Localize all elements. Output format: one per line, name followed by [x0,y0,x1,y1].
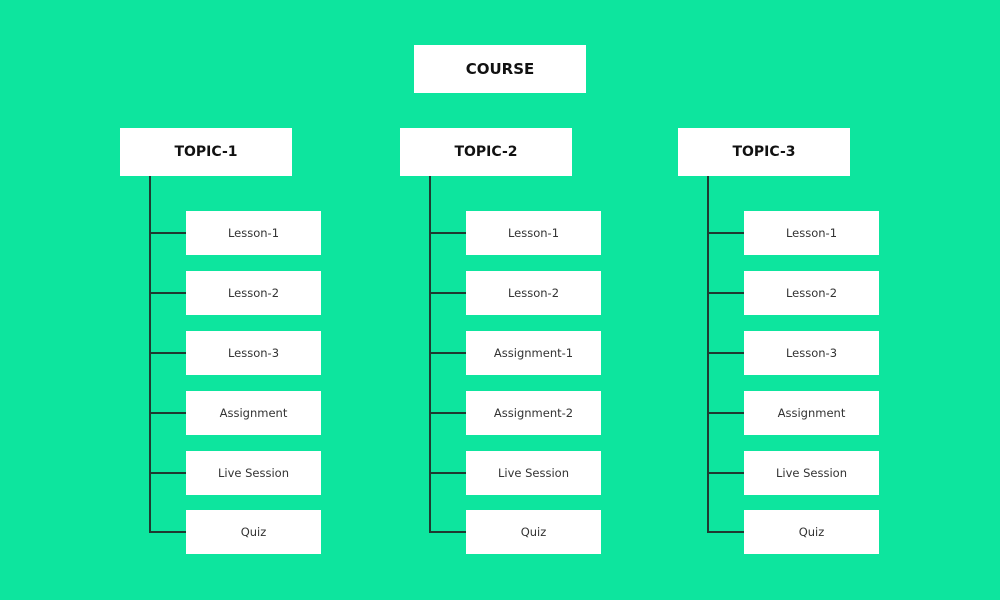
item-node: Quiz [466,510,601,554]
connector-horizontal [707,531,744,533]
connector-horizontal [429,412,466,414]
item-node: Live Session [186,451,321,495]
connector-horizontal [149,472,186,474]
connector-horizontal [149,531,186,533]
item-node: Assignment [744,391,879,435]
connector-horizontal [707,352,744,354]
connector-horizontal [707,232,744,234]
item-node: Live Session [466,451,601,495]
item-node: Lesson-2 [744,271,879,315]
item-node: Lesson-3 [744,331,879,375]
item-node: Lesson-2 [186,271,321,315]
connector-horizontal [707,472,744,474]
connector-horizontal [429,472,466,474]
item-node: Assignment-1 [466,331,601,375]
connector-vertical [707,176,709,533]
connector-vertical [149,176,151,533]
connector-vertical [429,176,431,533]
item-node: Lesson-1 [744,211,879,255]
connector-horizontal [149,352,186,354]
item-node: Live Session [744,451,879,495]
topic-node: TOPIC-3 [678,128,850,176]
item-node: Quiz [744,510,879,554]
item-node: Assignment [186,391,321,435]
course-node: COURSE [414,45,586,93]
connector-horizontal [429,232,466,234]
connector-horizontal [707,412,744,414]
connector-horizontal [429,292,466,294]
item-node: Quiz [186,510,321,554]
connector-horizontal [429,352,466,354]
item-node: Lesson-1 [186,211,321,255]
topic-node: TOPIC-1 [120,128,292,176]
item-node: Assignment-2 [466,391,601,435]
connector-horizontal [149,232,186,234]
topic-node: TOPIC-2 [400,128,572,176]
item-node: Lesson-2 [466,271,601,315]
item-node: Lesson-1 [466,211,601,255]
item-node: Lesson-3 [186,331,321,375]
connector-horizontal [149,292,186,294]
connector-horizontal [707,292,744,294]
connector-horizontal [149,412,186,414]
connector-horizontal [429,531,466,533]
